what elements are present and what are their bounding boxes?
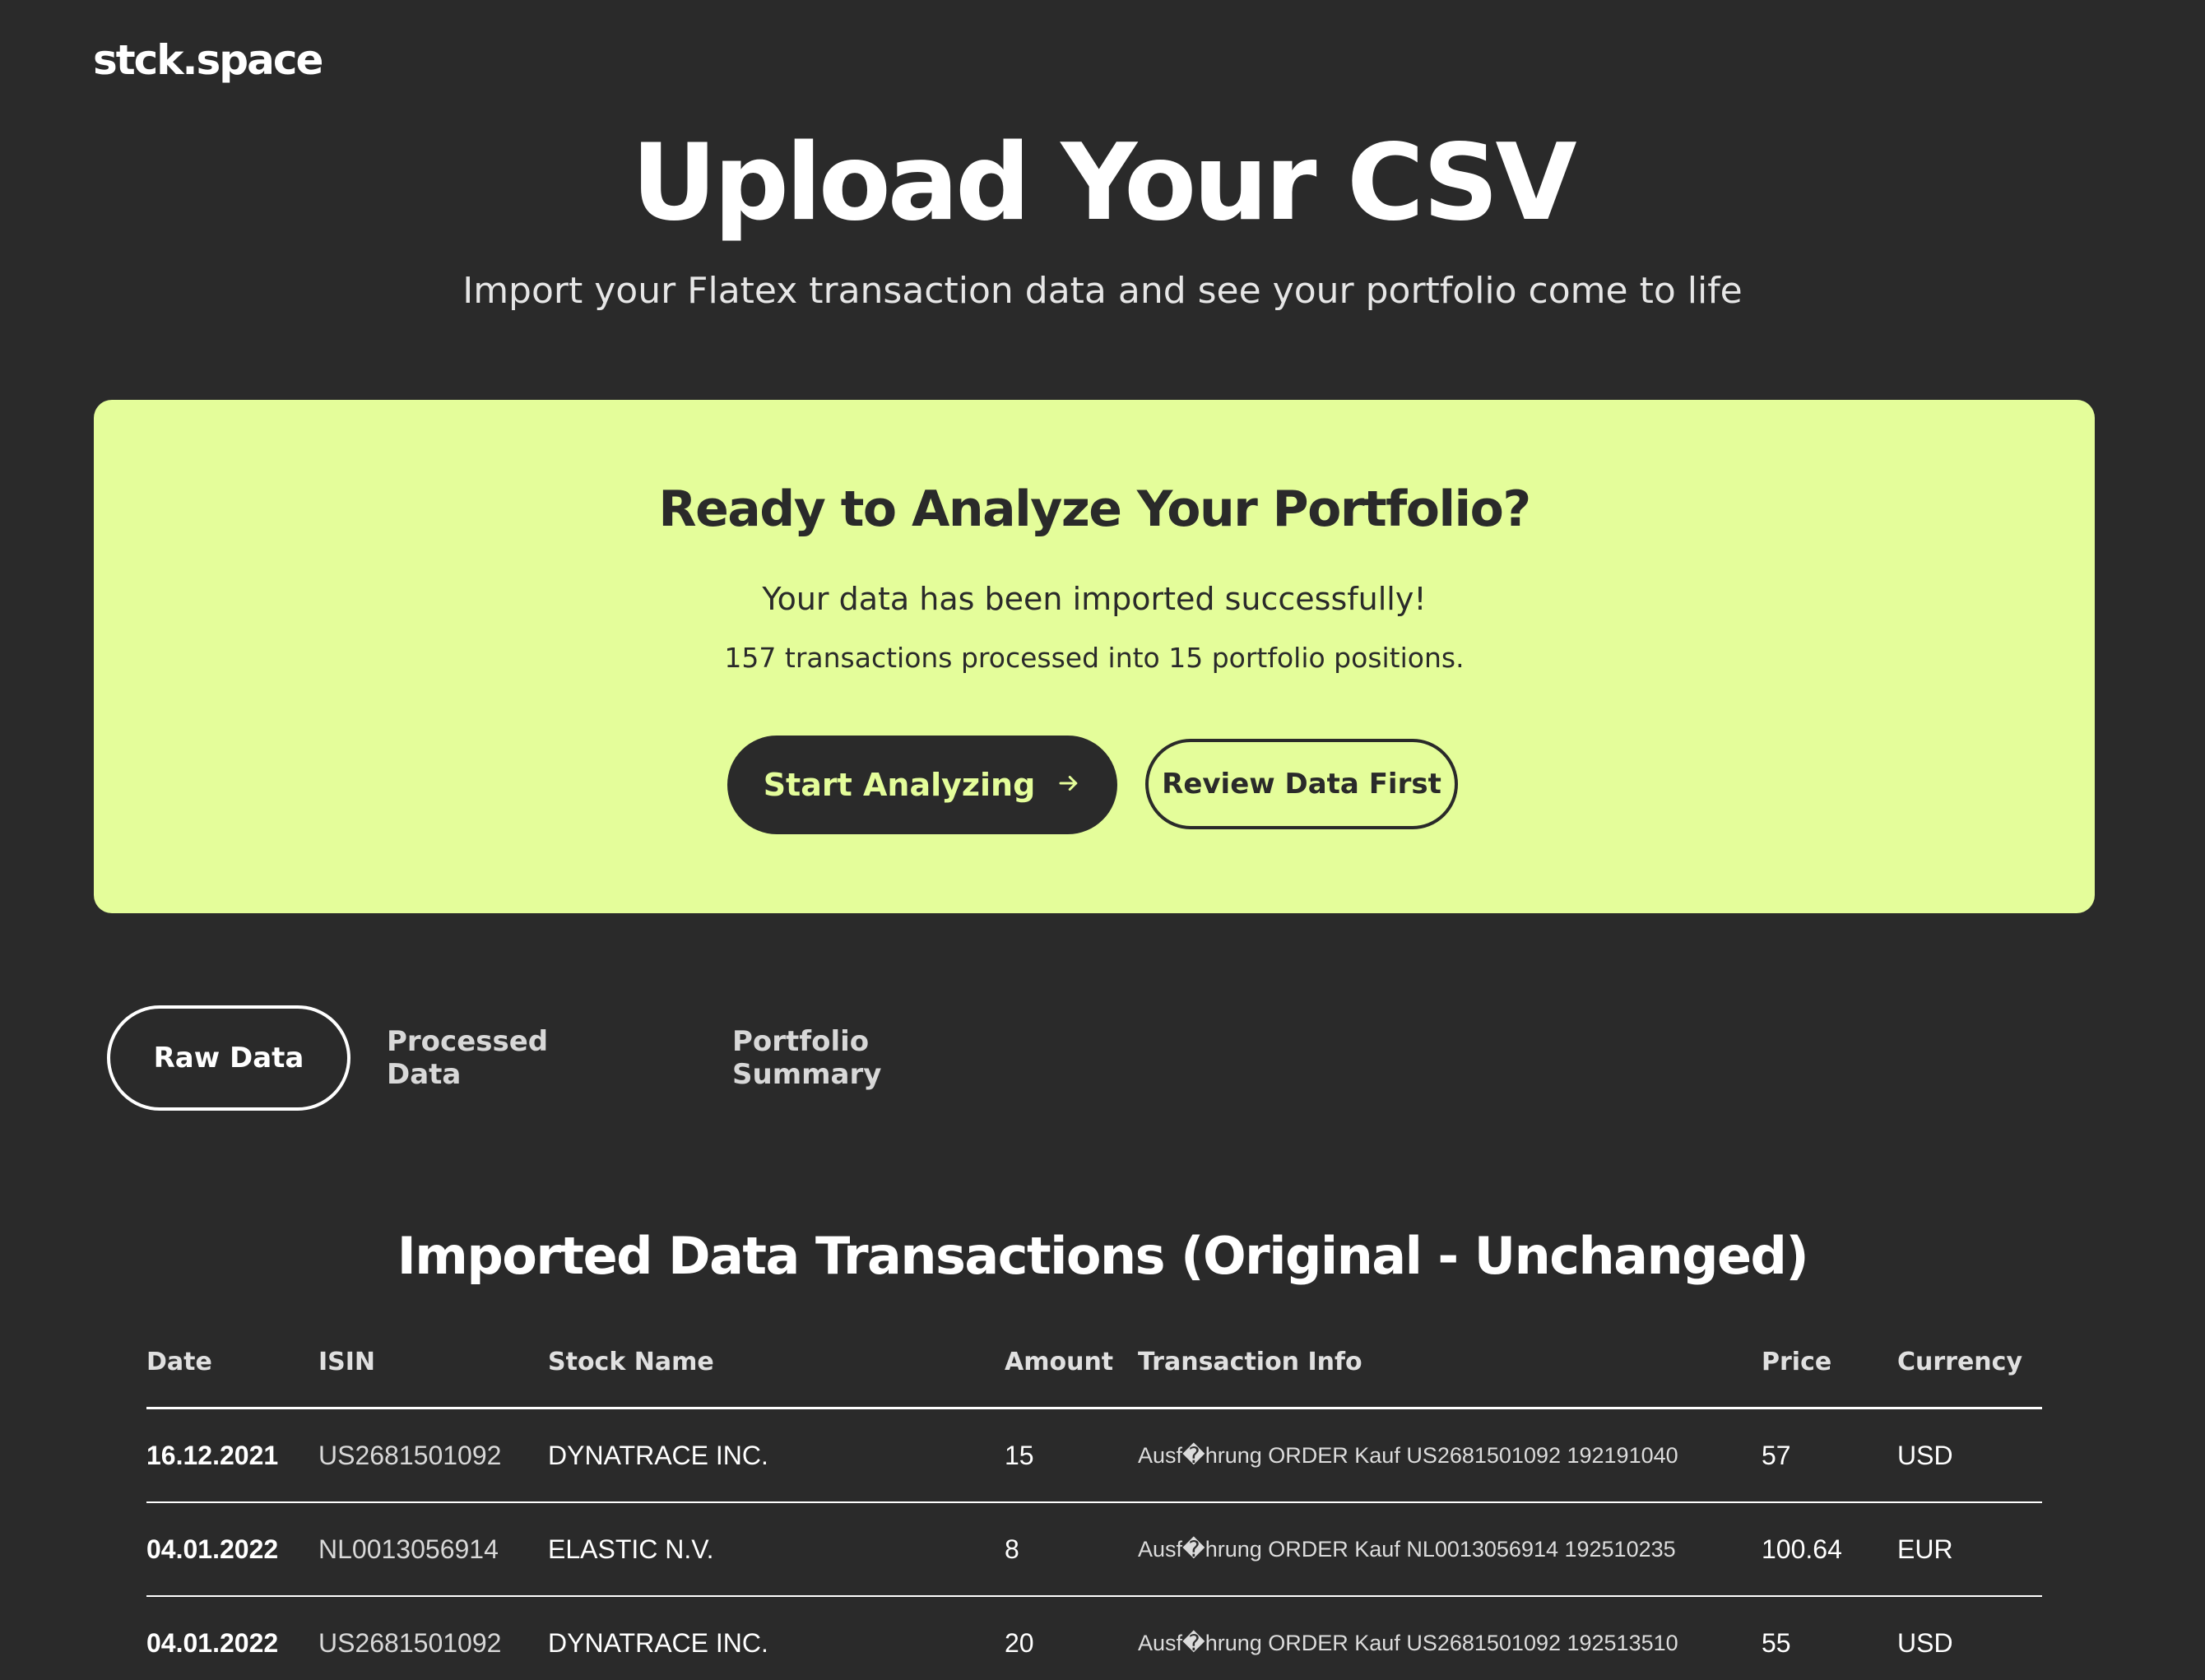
cell-isin: NL0013056914 — [318, 1502, 548, 1597]
import-stats: 157 transactions processed into 15 portf… — [724, 642, 1465, 674]
table-row[interactable]: 04.01.2022 US2681501092 DYNATRACE INC. 2… — [146, 1596, 2042, 1680]
success-message: Your data has been imported successfully… — [762, 581, 1427, 617]
cell-transaction-info: Ausf�hrung ORDER Kauf NL0013056914 19251… — [1138, 1502, 1762, 1597]
table-header-row: Date ISIN Stock Name Amount Transaction … — [146, 1316, 2042, 1409]
cell-amount: 20 — [1005, 1596, 1138, 1680]
start-analyzing-label: Start Analyzing — [763, 767, 1036, 803]
tab-processed-data-label: Processed Data — [387, 1025, 549, 1091]
cell-date: 04.01.2022 — [146, 1596, 318, 1680]
tab-raw-data[interactable]: Raw Data — [107, 1005, 350, 1111]
transactions-table: Date ISIN Stock Name Amount Transaction … — [146, 1316, 2042, 1680]
page: stck.space Upload Your CSV Import your F… — [0, 0, 2205, 1680]
cell-isin: US2681501092 — [318, 1408, 548, 1503]
tab-portfolio-summary[interactable]: Portfolio Summary — [732, 1005, 1012, 1111]
table-row[interactable]: 16.12.2021 US2681501092 DYNATRACE INC. 1… — [146, 1408, 2042, 1503]
column-header-date[interactable]: Date — [146, 1316, 318, 1409]
cell-price: 100.64 — [1762, 1502, 1897, 1597]
cell-date: 16.12.2021 — [146, 1408, 318, 1503]
cell-price: 57 — [1762, 1408, 1897, 1503]
page-title: Upload Your CSV — [631, 122, 1576, 244]
cell-currency: USD — [1897, 1408, 2042, 1503]
cell-transaction-info: Ausf�hrung ORDER Kauf US2681501092 19251… — [1138, 1596, 1762, 1680]
cell-currency: USD — [1897, 1596, 2042, 1680]
cell-currency: EUR — [1897, 1502, 2042, 1597]
cell-transaction-info: Ausf�hrung ORDER Kauf US2681501092 19219… — [1138, 1408, 1762, 1503]
column-header-isin[interactable]: ISIN — [318, 1316, 548, 1409]
cell-stock-name: DYNATRACE INC. — [548, 1596, 1005, 1680]
cell-isin: US2681501092 — [318, 1596, 548, 1680]
data-view-tabs: Raw Data Processed Data Portfolio Summar… — [107, 1005, 1259, 1111]
review-data-button[interactable]: Review Data First — [1145, 739, 1458, 829]
column-header-currency[interactable]: Currency — [1897, 1316, 2042, 1409]
review-data-label: Review Data First — [1162, 768, 1441, 801]
column-header-stock-name[interactable]: Stock Name — [548, 1316, 1005, 1409]
column-header-transaction-info[interactable]: Transaction Info — [1138, 1316, 1762, 1409]
cell-stock-name: ELASTIC N.V. — [548, 1502, 1005, 1597]
tab-portfolio-summary-label: Portfolio Summary — [732, 1025, 882, 1091]
cell-stock-name: DYNATRACE INC. — [548, 1408, 1005, 1503]
cell-price: 55 — [1762, 1596, 1897, 1680]
cell-amount: 8 — [1005, 1502, 1138, 1597]
tab-processed-data[interactable]: Processed Data — [387, 1005, 625, 1111]
brand-logo[interactable]: stck.space — [93, 36, 323, 84]
cell-amount: 15 — [1005, 1408, 1138, 1503]
tab-raw-data-label: Raw Data — [153, 1042, 304, 1074]
table-title: Imported Data Transactions (Original - U… — [397, 1226, 1809, 1286]
cell-date: 04.01.2022 — [146, 1502, 318, 1597]
table-row[interactable]: 04.01.2022 NL0013056914 ELASTIC N.V. 8 A… — [146, 1502, 2042, 1597]
column-header-amount[interactable]: Amount — [1005, 1316, 1138, 1409]
column-header-price[interactable]: Price — [1762, 1316, 1897, 1409]
start-analyzing-button[interactable]: Start Analyzing — [727, 736, 1117, 834]
page-subtitle: Import your Flatex transaction data and … — [462, 270, 1743, 312]
card-title: Ready to Analyze Your Portfolio? — [658, 480, 1531, 538]
arrow-right-icon — [1056, 767, 1081, 803]
import-success-card: Ready to Analyze Your Portfolio? Your da… — [94, 400, 2095, 913]
